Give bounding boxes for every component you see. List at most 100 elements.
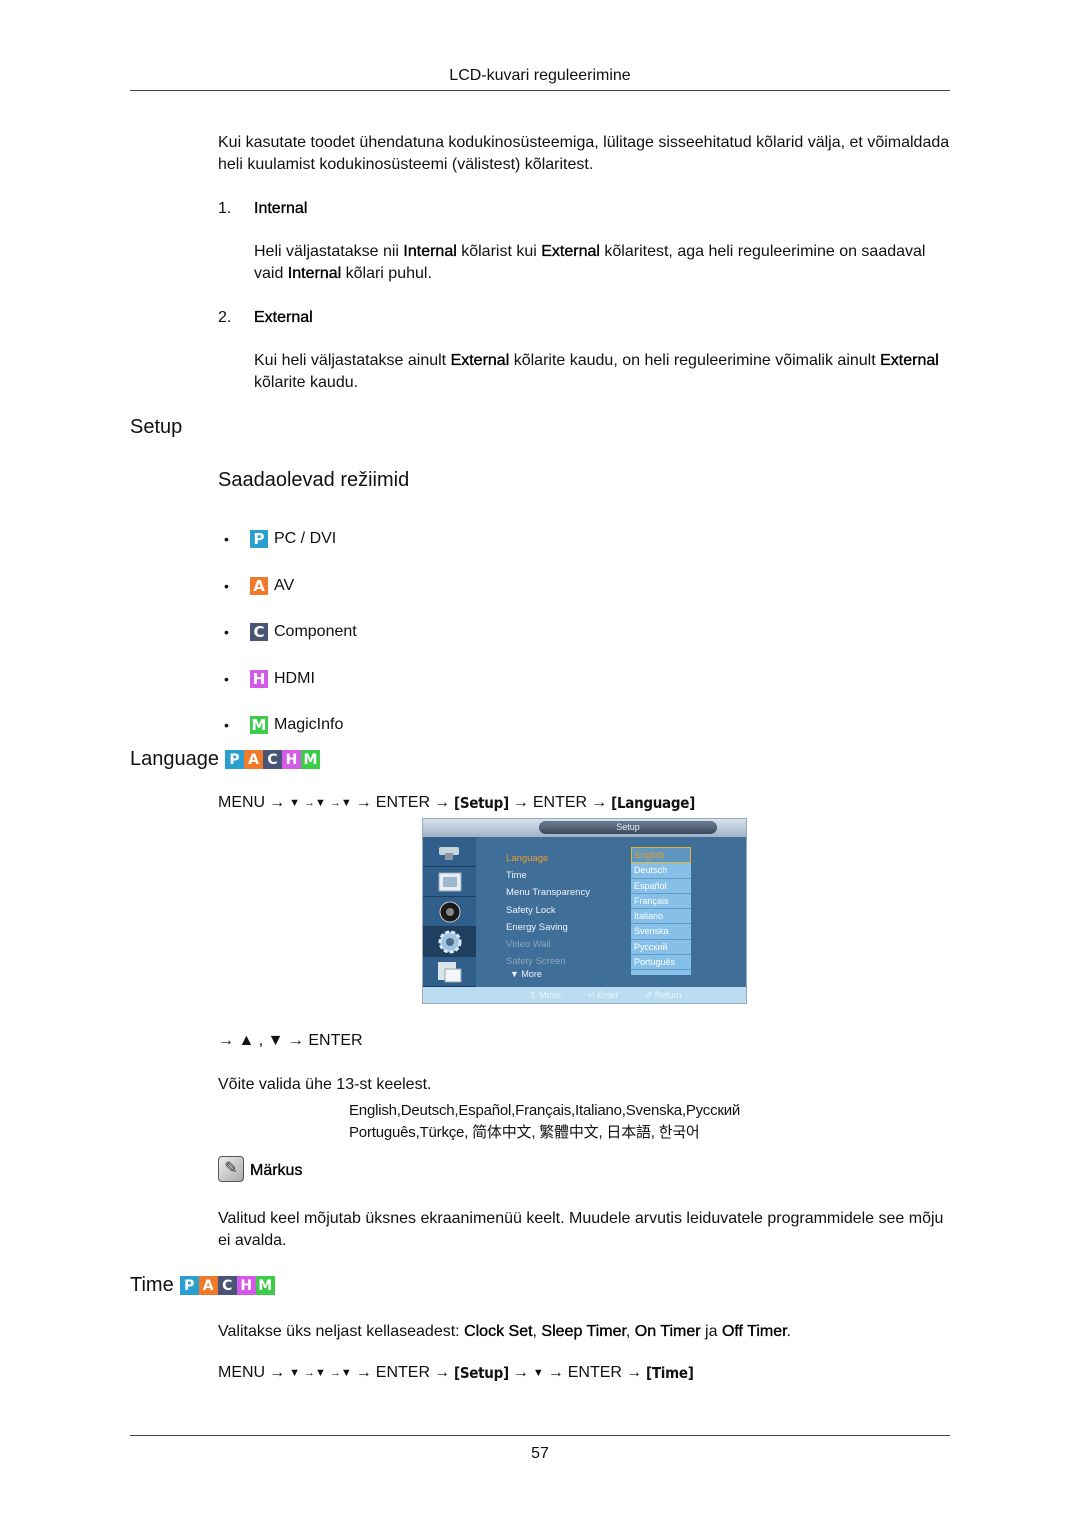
osd-language-option: Svenska: [631, 924, 691, 940]
osd-item-safety-screen: Safety Screen: [506, 956, 566, 968]
intro-paragraph: Kui kasutate toodet ühendatuna kodukinos…: [218, 134, 950, 173]
path-step: MENU: [218, 1364, 266, 1381]
path-arrow: →: [269, 794, 286, 811]
pachm-mode-badges: PACHM: [179, 1276, 275, 1295]
osd-item-safety-lock: Safety Lock: [506, 904, 556, 916]
osd-return-hint: ↺ Return: [644, 989, 682, 1000]
path-step: [Setup]: [454, 794, 509, 812]
text: Valitakse üks neljast kellaseadest:: [218, 1323, 465, 1340]
term-clock-set: Clock Set: [464, 1323, 533, 1340]
language-heading: Language PACHM: [130, 748, 320, 771]
down-arrow-icon: →▼: [304, 797, 326, 809]
mode-label: Component: [274, 623, 357, 641]
option-1-number: 1.: [218, 200, 232, 217]
bullet: •: [224, 717, 229, 734]
text: kõlarist kui: [456, 243, 542, 260]
option-2-number: 2.: [218, 309, 232, 326]
av-mode-icon: A: [250, 576, 268, 595]
mode-label: AV: [274, 576, 295, 594]
term-external: External: [450, 352, 510, 369]
path-step: [Setup]: [454, 1364, 509, 1382]
osd-sound-icon: [423, 897, 476, 927]
pc-dvi-mode-icon: P: [250, 530, 268, 549]
term-internal: Internal: [403, 243, 457, 260]
osd-language-option: Français: [631, 894, 691, 910]
language-list-line-2: Português,Türkçe, 简体中文, 繁體中文, 日本語, 한국어: [349, 1124, 700, 1141]
text: ja: [700, 1323, 722, 1340]
mode-label: HDMI: [274, 669, 315, 687]
hdmi-mode-badge-icon: H: [236, 1276, 256, 1295]
path-step: ENTER: [375, 1364, 431, 1381]
osd-language-option: Español: [631, 879, 691, 894]
time-heading-text: Time: [130, 1274, 174, 1296]
note-label: Märkus: [250, 1162, 303, 1179]
text: .: [786, 1323, 791, 1340]
osd-language-list: English Deutsch Español Français Italian…: [631, 847, 691, 975]
component-mode-badge-icon: C: [262, 750, 282, 769]
path-arrow: →: [625, 1364, 642, 1381]
note-heading: ✎ Märkus: [218, 1156, 303, 1182]
component-mode-badge-icon: C: [217, 1276, 237, 1295]
mode-label: MagicInfo: [274, 716, 344, 734]
mode-label: PC / DVI: [274, 530, 337, 548]
mode-item: • A AV: [224, 563, 357, 610]
path-step: [Language]: [611, 794, 695, 812]
osd-setup-gear-icon: [423, 927, 476, 957]
osd-item-language: Language: [506, 853, 549, 864]
term-external: External: [541, 243, 600, 260]
bullet: •: [224, 624, 229, 641]
path-arrow: →: [355, 794, 372, 811]
text: Kui heli väljastatakse ainult: [254, 352, 451, 369]
osd-language-option: Русский: [631, 940, 691, 956]
path-step: [Time]: [645, 1364, 694, 1382]
path-arrow: →: [512, 1364, 529, 1381]
path-arrow: →: [434, 794, 451, 811]
term-external: External: [880, 352, 939, 369]
hdmi-mode-icon: H: [250, 669, 268, 688]
time-menu-path: MENU → ▼ →▼ →▼ → ENTER → [Setup] → ▼ → E…: [218, 1364, 694, 1382]
path-arrow: →: [434, 1364, 451, 1381]
down-arrow-icon: ▼: [289, 797, 300, 809]
magicinfo-mode-badge-icon: M: [255, 1276, 275, 1295]
bullet: •: [224, 531, 229, 548]
mode-item: • P PC / DVI: [224, 516, 357, 563]
osd-move-hint: ⇕ Move: [529, 989, 562, 1000]
osd-item-video-wall: Video Wall: [506, 939, 551, 951]
setup-heading: Setup: [130, 416, 183, 438]
path-arrow: →: [547, 1364, 564, 1381]
text: kõlari puhul.: [341, 265, 432, 282]
osd-footer: ⇕ Move ⏎ Enter ↺ Return: [423, 987, 746, 1003]
text: ,: [625, 1323, 635, 1340]
bullet: •: [224, 577, 229, 594]
osd-item-menu-transparency: Menu Transparency: [506, 887, 590, 899]
path-step: MENU: [218, 794, 266, 811]
footer-divider: [130, 1435, 950, 1436]
osd-language-option: Deutsch: [631, 863, 691, 879]
hdmi-mode-badge-icon: H: [281, 750, 301, 769]
magicinfo-mode-icon: M: [250, 716, 268, 735]
osd-picture-icon: [423, 867, 476, 897]
av-mode-badge-icon: A: [243, 750, 263, 769]
osd-enter-hint: ⏎ Enter: [587, 989, 619, 1000]
pachm-mode-badges: PACHM: [224, 750, 320, 769]
down-arrow-icon: ▼: [289, 1367, 300, 1379]
language-nav-step: → ▲ , ▼ → ENTER: [218, 1032, 363, 1049]
page-number: 57: [531, 1445, 549, 1462]
path-step: ENTER: [532, 794, 588, 811]
term-sleep-timer: Sleep Timer: [541, 1323, 626, 1340]
osd-language-option: English: [631, 847, 691, 864]
osd-input-icon: [423, 837, 476, 867]
magicinfo-mode-badge-icon: M: [300, 750, 320, 769]
term-internal: Internal: [287, 265, 342, 282]
mode-item: • C Component: [224, 609, 357, 656]
down-arrow-icon: →▼: [304, 1367, 326, 1379]
available-modes-heading: Saadaolevad režiimid: [218, 469, 410, 491]
language-list-line-1: English,Deutsch,Español,Français,Italian…: [349, 1102, 741, 1119]
down-arrow-icon: ▼: [532, 1367, 544, 1379]
path-arrow: →: [591, 794, 608, 811]
osd-multi-control-icon: [423, 957, 476, 987]
note-text: Valitud keel mõjutab üksnes ekraanimenüü…: [218, 1210, 944, 1249]
osd-item-time: Time: [506, 870, 527, 882]
text: Heli väljastatakse nii: [254, 243, 404, 260]
page-header-title: LCD-kuvari reguleerimine: [449, 67, 631, 84]
